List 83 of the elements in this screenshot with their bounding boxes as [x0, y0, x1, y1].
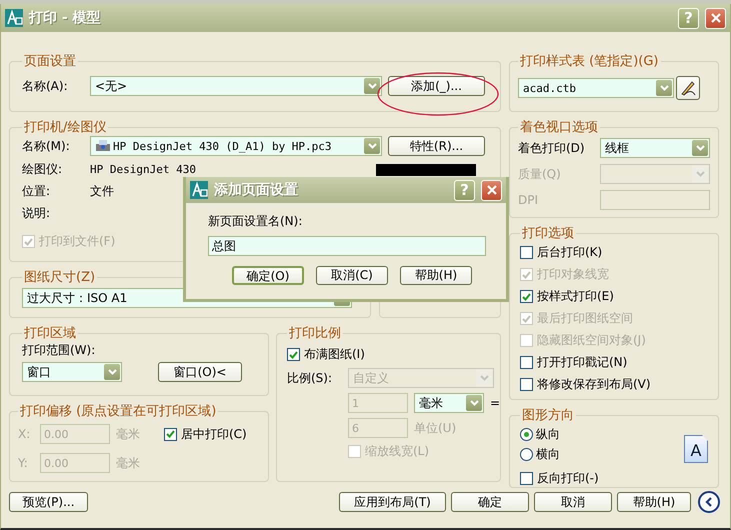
page-setup-name-field[interactable]: 总图: [208, 236, 486, 256]
unit-label: 毫米: [116, 454, 140, 472]
checkbox[interactable]: [520, 290, 533, 303]
unit-label: 毫米: [116, 426, 141, 442]
field-label: 名称(M):: [22, 138, 71, 154]
group-title: 打印机/绘图仪: [23, 119, 108, 136]
checkbox-label: 按样式打印(E): [537, 288, 614, 305]
group-title: 图纸尺寸(Z): [23, 269, 96, 286]
checkbox[interactable]: [287, 348, 300, 361]
radio-label: 纵向: [536, 426, 560, 443]
unit-dropdown[interactable]: 毫米: [414, 393, 484, 413]
collapse-button[interactable]: [698, 491, 720, 513]
checkbox-label: 将修改保存到布局(V): [537, 376, 651, 393]
dialog-button[interactable]: 取消(C): [316, 266, 388, 285]
printer-icon: [95, 139, 111, 153]
group-title: 图形方向: [521, 407, 575, 424]
group-title: 打印比例: [288, 325, 342, 342]
radio-button[interactable]: [520, 428, 533, 441]
page-setup-dropdown[interactable]: <无>: [90, 76, 382, 96]
group-title: 打印区域: [23, 325, 77, 342]
add-button[interactable]: 添加(_)...: [388, 76, 485, 96]
checkbox-label: 后台打印(K): [537, 244, 602, 261]
location-value: 文件: [90, 183, 114, 200]
preview-button[interactable]: 预览(P)...: [9, 492, 88, 512]
checkbox-label: 反向打印(-): [537, 470, 599, 487]
checkbox-label: 打印到文件(F): [39, 233, 116, 250]
field-label: 说明:: [22, 205, 52, 222]
close-button[interactable]: [705, 8, 726, 28]
field-label: X:: [18, 427, 32, 441]
plotter-value: HP DesignJet 430: [90, 163, 196, 176]
field-label: 位置:: [22, 183, 52, 200]
window-button[interactable]: 窗口(O)<: [158, 362, 242, 382]
field-label: 名称(A):: [22, 78, 69, 94]
close-button[interactable]: [481, 180, 502, 200]
unit-label: 单位(U): [414, 420, 456, 436]
checkbox-label: 隐藏图纸空间对象(J): [537, 332, 646, 349]
checkbox[interactable]: [520, 472, 533, 485]
close-icon[interactable]: [486, 184, 498, 196]
shade-plot-dropdown[interactable]: 线框: [600, 138, 710, 158]
properties-button[interactable]: 特性(R)...: [388, 136, 485, 156]
field-label: 新页面设置名(N):: [208, 213, 304, 230]
chevron-left-icon[interactable]: [704, 497, 714, 507]
printer-dropdown[interactable]: HP DesignJet 430 (D_A1) by HP.pc3: [90, 136, 382, 156]
group-title: 打印选项: [521, 225, 575, 242]
plot-style-dropdown[interactable]: acad.ctb: [518, 78, 674, 98]
app-logo-icon: [5, 9, 23, 27]
equals-sign: =: [490, 396, 500, 410]
field-label: 比例(S):: [287, 370, 334, 386]
dialog-button[interactable]: 应用到布局(T): [339, 492, 446, 512]
checkbox-label: 缩放线宽(L): [365, 443, 430, 460]
checkbox[interactable]: [520, 378, 533, 391]
dialog-title: 添加页面设置: [214, 181, 299, 199]
dialog-button[interactable]: 确定(O): [232, 266, 304, 285]
field-label: 绘图仪:: [22, 161, 64, 178]
dialog-button[interactable]: 确定: [451, 492, 529, 512]
checkbox-label: 布满图纸(I): [304, 346, 365, 363]
dialog-button[interactable]: 帮助(H): [400, 266, 472, 285]
group-title: 打印样式表 (笔指定)(G): [519, 53, 660, 70]
field-label: Y:: [18, 456, 29, 470]
checkbox[interactable]: [520, 356, 533, 369]
group-title: 打印偏移 (原点设置在可打印区域): [19, 403, 218, 420]
radio-label: 横向: [536, 446, 560, 463]
field-label: 打印范围(W):: [22, 342, 96, 359]
app-logo-icon: [190, 181, 208, 199]
radio-button[interactable]: [520, 448, 533, 461]
field-label: 质量(Q): [518, 166, 562, 182]
plot-range-dropdown[interactable]: 窗口: [22, 362, 122, 382]
checkbox-label: 最后打印图纸空间: [537, 310, 633, 327]
orientation-preview: A: [684, 435, 708, 463]
checkbox-label: 居中打印(C): [181, 426, 247, 442]
field-label: 着色打印(D): [518, 140, 586, 156]
dpi-field[interactable]: [600, 190, 710, 210]
field-label: DPI: [518, 193, 540, 207]
dialog-button[interactable]: 帮助(H): [617, 492, 691, 512]
group-title: 着色视口选项: [519, 119, 599, 136]
dialog-button[interactable]: 取消: [534, 492, 612, 512]
checkbox[interactable]: [520, 246, 533, 259]
checkbox-label: 打印对象线宽: [537, 266, 609, 283]
checkbox-label: 打开打印戳记(N): [537, 354, 628, 371]
group-title: 页面设置: [23, 53, 77, 70]
close-icon[interactable]: [710, 12, 722, 24]
window-title: 打印 - 模型: [29, 9, 102, 27]
checkbox[interactable]: [164, 428, 177, 440]
